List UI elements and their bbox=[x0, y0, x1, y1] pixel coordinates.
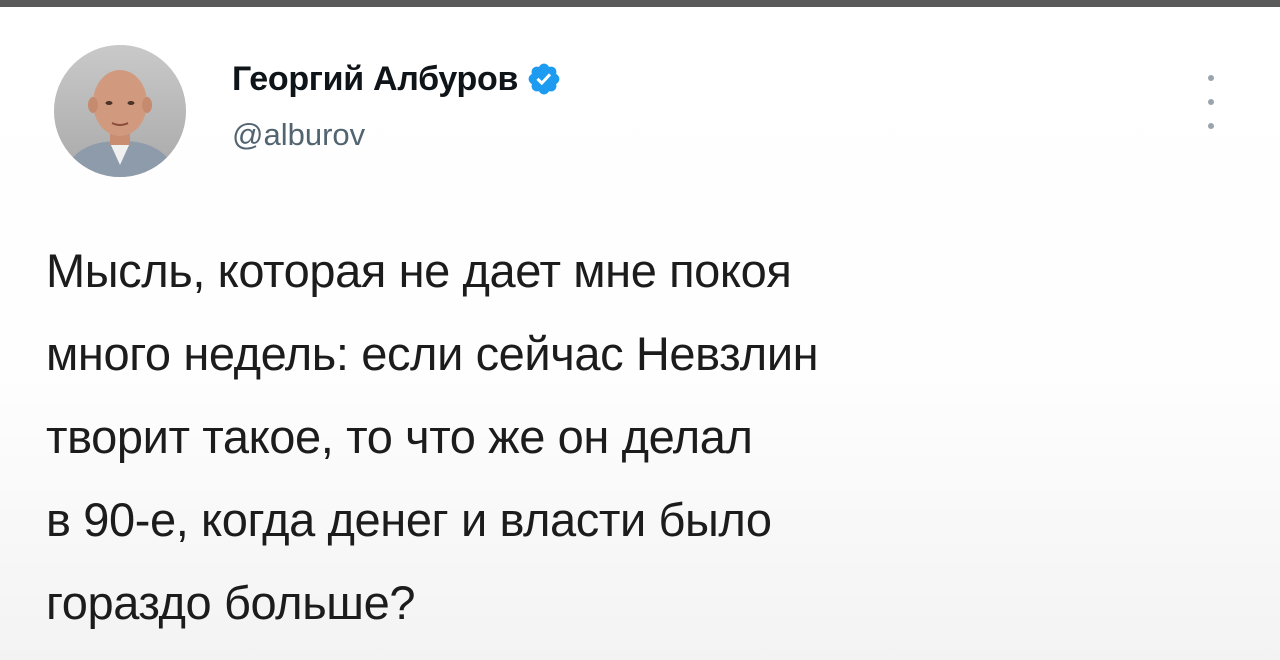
tweet-text-line: много недель: если сейчас Невзлин bbox=[46, 327, 819, 380]
tweet-text-line: Мысль, которая не дает мне покоя bbox=[46, 244, 792, 297]
tweet-text-line: в 90-е, когда денег и власти было bbox=[46, 493, 772, 546]
more-dot bbox=[1208, 99, 1214, 105]
verified-badge-icon bbox=[526, 61, 562, 97]
tweet-card: Георгий Албуров @alburov Мысль, которая … bbox=[0, 7, 1280, 660]
more-options-icon[interactable] bbox=[1196, 75, 1226, 129]
more-dot bbox=[1208, 123, 1214, 129]
avatar[interactable] bbox=[54, 45, 186, 177]
top-edge-bar bbox=[0, 0, 1280, 7]
profile-photo-icon bbox=[54, 45, 186, 177]
tweet-text: Мысль, которая не дает мне покоя много н… bbox=[46, 229, 1236, 644]
author-handle[interactable]: @alburov bbox=[232, 117, 365, 153]
more-dot bbox=[1208, 75, 1214, 81]
author-name-row: Георгий Албуров bbox=[232, 55, 562, 103]
tweet-text-line: гораздо больше? bbox=[46, 576, 416, 629]
tweet-text-line: творит такое, то что же он делал bbox=[46, 410, 753, 463]
author-display-name[interactable]: Георгий Албуров bbox=[232, 60, 518, 99]
